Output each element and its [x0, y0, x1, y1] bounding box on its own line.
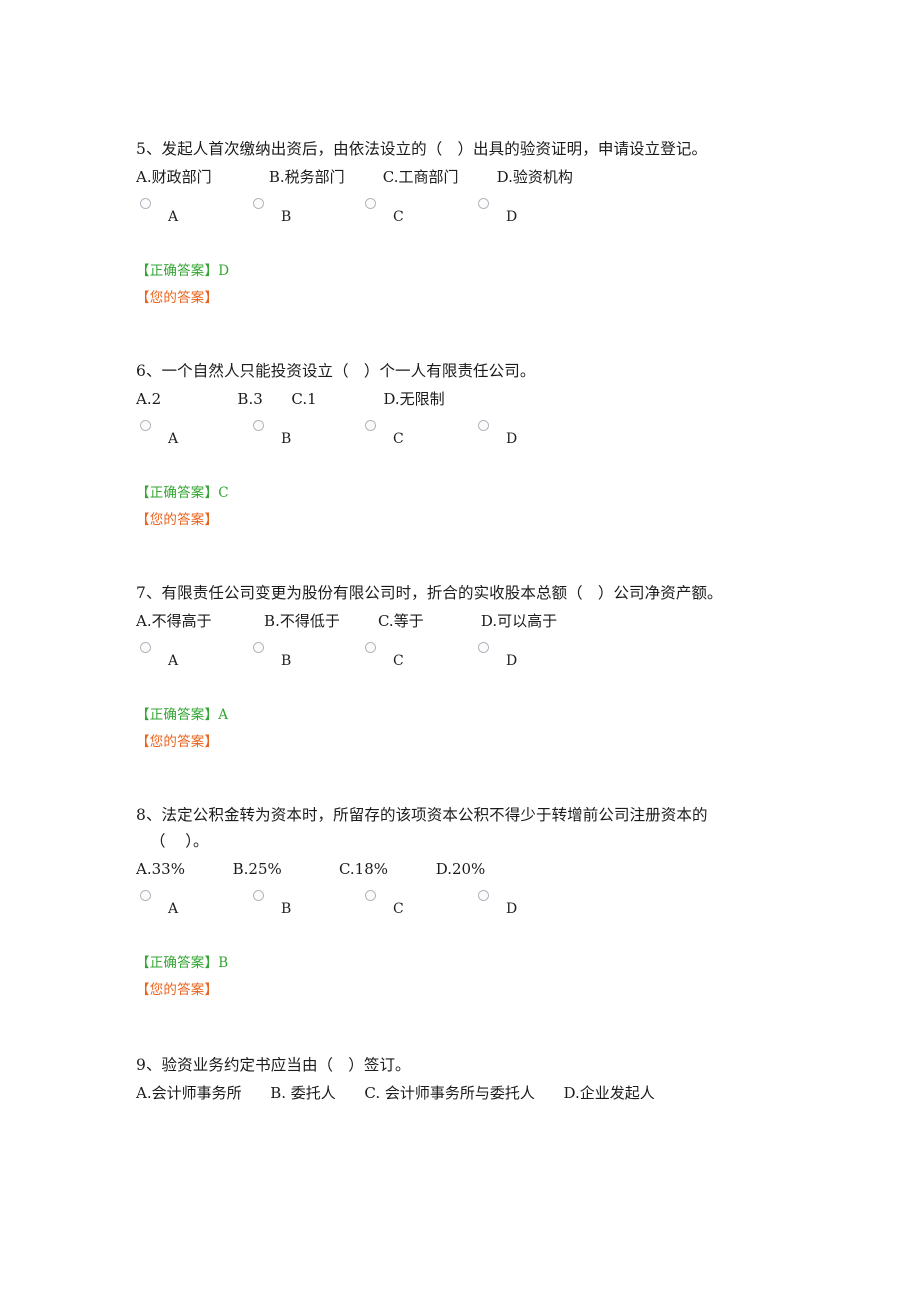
- radio-button-icon[interactable]: [140, 890, 151, 901]
- radio-button-icon[interactable]: [140, 198, 151, 209]
- radio-option-label: B: [281, 653, 292, 669]
- your-answer-label: 【您的答案】: [136, 734, 219, 750]
- radio-button-icon[interactable]: [253, 198, 264, 209]
- radio-button-icon[interactable]: [478, 420, 489, 431]
- your-answer-label: 【您的答案】: [136, 512, 219, 528]
- radio-option-label: A: [168, 901, 179, 917]
- radio-option-label: B: [281, 209, 292, 225]
- question-stem: 7、有限责任公司变更为股份有限公司时，折合的实收股本总额（ ）公司净资产额。: [136, 584, 723, 602]
- answer-radio-group: A B C D: [136, 196, 836, 240]
- radio-option-label: D: [506, 653, 518, 669]
- radio-button-icon[interactable]: [253, 420, 264, 431]
- answer-section: 【正确答案】A 【您的答案】: [136, 702, 836, 756]
- answer-section: 【正确答案】D 【您的答案】: [136, 258, 836, 312]
- radio-option-label: B: [281, 901, 292, 917]
- correct-answer-value: D: [218, 263, 230, 279]
- answer-radio-group: A B C D: [136, 640, 836, 684]
- correct-answer-label: 【正确答案】: [136, 263, 219, 279]
- question-options-line: A.不得高于 B.不得低于 C.等于 D.可以高于: [136, 612, 558, 630]
- answer-radio-group: A B C D: [136, 418, 836, 462]
- radio-button-icon[interactable]: [478, 198, 489, 209]
- radio-button-icon[interactable]: [478, 642, 489, 653]
- radio-option-label: D: [506, 209, 518, 225]
- quiz-page: 5、发起人首次缴纳出资后，由依法设立的（ ）出具的验资证明，申请设立登记。 A.财…: [0, 0, 920, 1302]
- question-stem: 5、发起人首次缴纳出资后，由依法设立的（ ）出具的验资证明，申请设立登记。: [136, 140, 708, 158]
- your-answer-line: 【您的答案】: [136, 729, 836, 756]
- radio-option-label: C: [393, 209, 404, 225]
- correct-answer-label: 【正确答案】: [136, 707, 219, 723]
- correct-answer-line: 【正确答案】A: [136, 702, 836, 729]
- question-options-line: A.2 B.3 C.1 D.无限制: [136, 390, 445, 408]
- question-stem: 9、验资业务约定书应当由（ ）签订。: [136, 1056, 411, 1074]
- your-answer-label: 【您的答案】: [136, 290, 219, 306]
- question-stem-continuation: （ ）。: [150, 832, 209, 850]
- question-stem: 8、法定公积金转为资本时，所留存的该项资本公积不得少于转增前公司注册资本的: [136, 806, 708, 824]
- correct-answer-value: C: [218, 485, 229, 501]
- answer-section: 【正确答案】B 【您的答案】: [136, 950, 836, 1004]
- radio-option-label: A: [168, 209, 179, 225]
- your-answer-line: 【您的答案】: [136, 977, 836, 1004]
- your-answer-line: 【您的答案】: [136, 507, 836, 534]
- correct-answer-label: 【正确答案】: [136, 955, 219, 971]
- your-answer-line: 【您的答案】: [136, 285, 836, 312]
- correct-answer-label: 【正确答案】: [136, 485, 219, 501]
- radio-button-icon[interactable]: [140, 420, 151, 431]
- question-stem: 6、一个自然人只能投资设立（ ）个一人有限责任公司。: [136, 362, 536, 380]
- your-answer-label: 【您的答案】: [136, 982, 219, 998]
- question-block: 7、有限责任公司变更为股份有限公司时，折合的实收股本总额（ ）公司净资产额。 A.…: [136, 580, 836, 756]
- question-block: 8、法定公积金转为资本时，所留存的该项资本公积不得少于转增前公司注册资本的 （ ）…: [136, 802, 836, 1004]
- radio-option-label: C: [393, 901, 404, 917]
- correct-answer-line: 【正确答案】C: [136, 480, 836, 507]
- radio-button-icon[interactable]: [478, 890, 489, 901]
- correct-answer-line: 【正确答案】D: [136, 258, 836, 285]
- radio-button-icon[interactable]: [253, 642, 264, 653]
- question-block: 9、验资业务约定书应当由（ ）签订。 A.会计师事务所 B. 委托人 C. 会计师…: [136, 1052, 836, 1106]
- radio-option-label: A: [168, 653, 179, 669]
- radio-button-icon[interactable]: [365, 890, 376, 901]
- radio-option-label: C: [393, 653, 404, 669]
- radio-button-icon[interactable]: [365, 198, 376, 209]
- question-options-line: A.财政部门 B.税务部门 C.工商部门 D.验资机构: [136, 168, 573, 186]
- correct-answer-value: A: [218, 707, 229, 723]
- answer-radio-group: A B C D: [136, 888, 836, 932]
- radio-option-label: B: [281, 431, 292, 447]
- correct-answer-line: 【正确答案】B: [136, 950, 836, 977]
- question-block: 5、发起人首次缴纳出资后，由依法设立的（ ）出具的验资证明，申请设立登记。 A.财…: [136, 136, 836, 312]
- question-options-line: A.33% B.25% C.18% D.20%: [136, 860, 486, 878]
- radio-button-icon[interactable]: [365, 642, 376, 653]
- radio-option-label: D: [506, 901, 518, 917]
- radio-option-label: A: [168, 431, 179, 447]
- radio-option-label: D: [506, 431, 518, 447]
- questions-container: 5、发起人首次缴纳出资后，由依法设立的（ ）出具的验资证明，申请设立登记。 A.财…: [136, 136, 836, 1106]
- answer-section: 【正确答案】C 【您的答案】: [136, 480, 836, 534]
- question-options-line: A.会计师事务所 B. 委托人 C. 会计师事务所与委托人 D.企业发起人: [136, 1084, 655, 1102]
- question-block: 6、一个自然人只能投资设立（ ）个一人有限责任公司。 A.2 B.3 C.1 D.…: [136, 358, 836, 534]
- radio-button-icon[interactable]: [253, 890, 264, 901]
- radio-button-icon[interactable]: [365, 420, 376, 431]
- radio-option-label: C: [393, 431, 404, 447]
- radio-button-icon[interactable]: [140, 642, 151, 653]
- correct-answer-value: B: [218, 955, 229, 971]
